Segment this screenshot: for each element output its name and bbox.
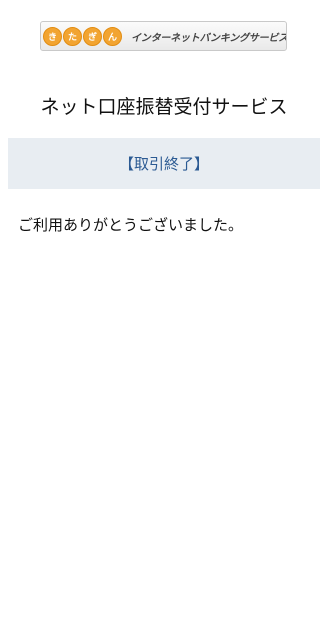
logo-bubble: き bbox=[43, 26, 62, 46]
service-logo-banner: き た ぎ ん インターネットバンキングサービス bbox=[40, 21, 287, 51]
status-banner: 【取引終了】 bbox=[8, 138, 320, 189]
logo-bubble: ん bbox=[103, 26, 122, 46]
logo-text: インターネットバンキングサービス bbox=[131, 32, 287, 44]
logo-bubble: ぎ bbox=[83, 26, 102, 46]
thank-you-message: ご利用ありがとうございました。 bbox=[18, 216, 244, 234]
logo-bubble: た bbox=[63, 26, 82, 46]
status-text: 【取引終了】 bbox=[118, 155, 209, 173]
logo-bubbles: き た ぎ ん bbox=[41, 22, 123, 50]
page-title: ネット口座振替受付サービス bbox=[40, 96, 288, 118]
